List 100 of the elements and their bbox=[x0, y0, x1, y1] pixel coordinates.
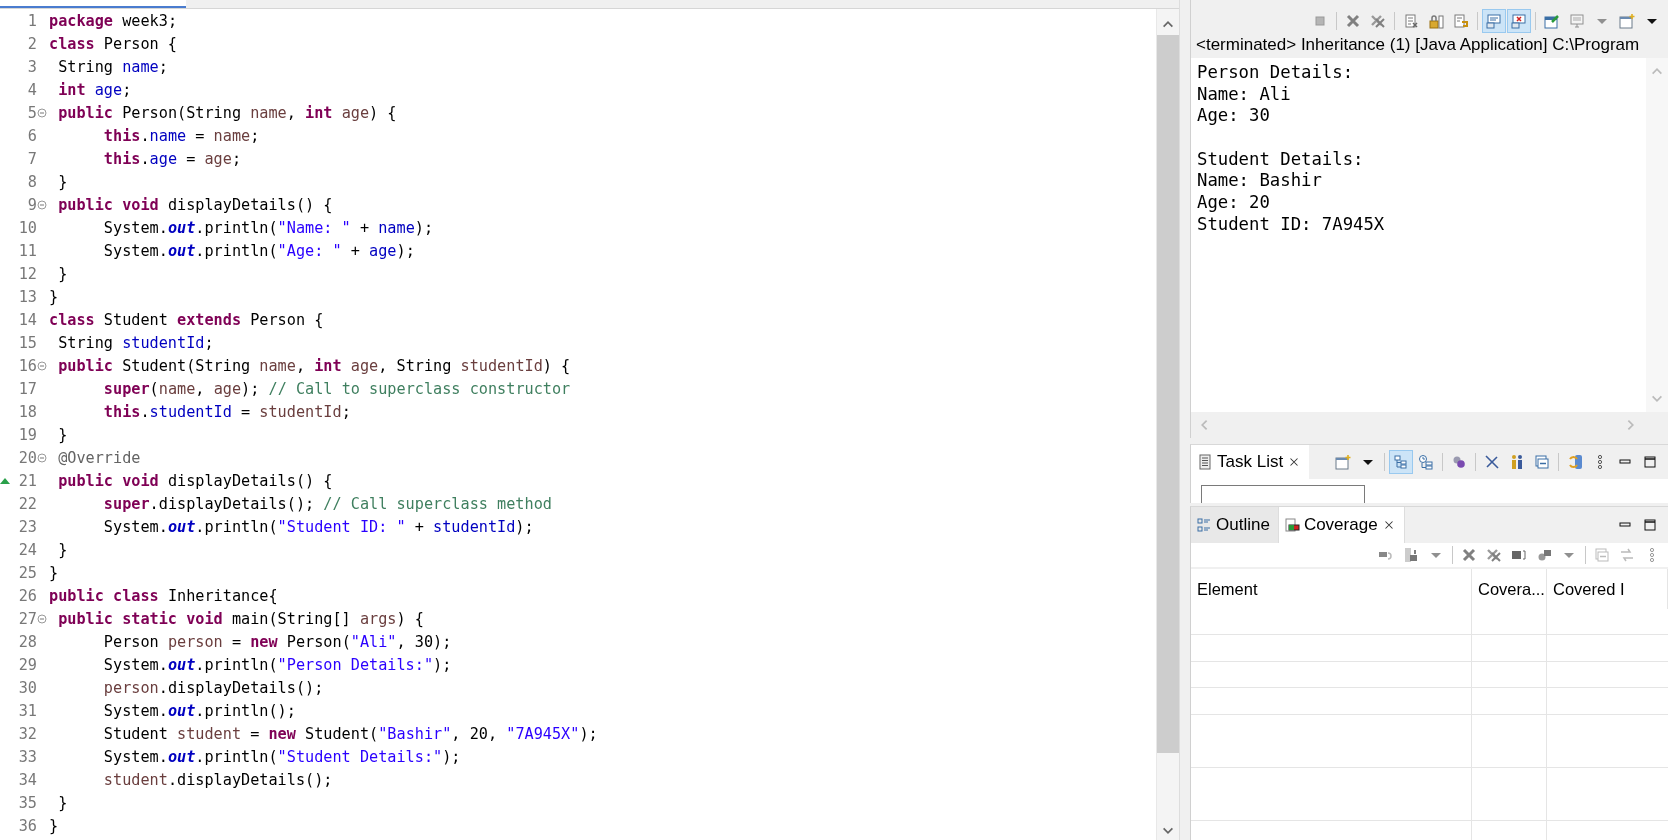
collapse-icon bbox=[1534, 454, 1550, 470]
monitor-error-button[interactable] bbox=[1507, 9, 1531, 33]
code-line: } bbox=[57, 425, 68, 444]
line-number: 31 bbox=[17, 701, 37, 720]
collapse-icon bbox=[1594, 547, 1610, 563]
close-icon bbox=[1461, 547, 1477, 563]
search-field[interactable] bbox=[1201, 485, 1365, 503]
line-number: 7 bbox=[26, 149, 37, 168]
new-window-icon bbox=[1619, 13, 1635, 29]
line-number: 28 bbox=[17, 632, 37, 651]
code-line: System.out.println("Person Details:"); bbox=[102, 655, 452, 674]
monitor-icon bbox=[1486, 13, 1502, 29]
code-line: public Student(String name, int age, String studentId) { bbox=[57, 356, 571, 375]
code-line: Student student = new Student("Bashir", 20, "7A945X"); bbox=[102, 724, 598, 743]
spheres-icon bbox=[1451, 454, 1467, 470]
code-line: Person person = new Person("Ali", 30); bbox=[102, 632, 452, 651]
merge-icon bbox=[1403, 547, 1419, 563]
console-output-line: Person Details: bbox=[1197, 62, 1354, 84]
line-number: 24 bbox=[17, 540, 37, 559]
console-output-line: Student ID: 7A945X bbox=[1197, 213, 1385, 236]
line-number: 22 bbox=[17, 494, 37, 513]
console-output-line: Name: Ali bbox=[1197, 83, 1291, 106]
sync-icon bbox=[1567, 454, 1583, 470]
code-line: } bbox=[57, 172, 68, 191]
unlink-icon bbox=[1484, 454, 1500, 470]
line-number: 20 bbox=[17, 448, 37, 467]
column-header[interactable]: Covera... bbox=[1472, 569, 1547, 609]
code-line: } bbox=[49, 287, 59, 306]
close-all-icon bbox=[1486, 547, 1502, 563]
line-number: 34 bbox=[17, 770, 37, 789]
code-line: } bbox=[49, 563, 59, 582]
code-line: class Student extends Person { bbox=[49, 310, 324, 329]
code-line: String name; bbox=[57, 57, 168, 76]
code-line: public void displayDetails() { bbox=[57, 195, 333, 214]
line-number: 33 bbox=[17, 747, 37, 766]
line-number: 3 bbox=[26, 57, 37, 76]
column-header[interactable]: Element bbox=[1191, 569, 1472, 609]
code-line: } bbox=[57, 264, 68, 283]
code-line: this.name = name; bbox=[102, 126, 260, 145]
code-line: @Override bbox=[57, 448, 141, 467]
line-number: 11 bbox=[17, 241, 37, 260]
line-number: 23 bbox=[17, 517, 37, 536]
code-line: super(name, age); // Call to superclass constructor bbox=[102, 379, 571, 398]
line-number: 29 bbox=[17, 655, 37, 674]
column-header[interactable]: Covered I bbox=[1547, 569, 1668, 609]
code-line: this.age = age; bbox=[102, 149, 242, 168]
code-line: student.displayDetails(); bbox=[102, 770, 333, 789]
monitor-button[interactable] bbox=[1482, 9, 1506, 33]
line-number: 26 bbox=[17, 586, 37, 605]
line-number: 5 bbox=[26, 103, 37, 122]
link-arrows-icon bbox=[1619, 547, 1635, 563]
close-icon bbox=[1345, 13, 1361, 29]
code-line: person.displayDetails(); bbox=[102, 678, 324, 697]
line-number: 9 bbox=[26, 195, 37, 214]
people-icon bbox=[1509, 454, 1525, 470]
console-output-line: Age: 20 bbox=[1197, 192, 1270, 214]
line-number: 30 bbox=[17, 678, 37, 697]
line-number: 36 bbox=[17, 816, 37, 835]
view-tab[interactable]: Coverage bbox=[1277, 507, 1405, 543]
line-number: 15 bbox=[17, 333, 37, 352]
document-icon bbox=[1403, 13, 1419, 29]
code-line: } bbox=[49, 816, 59, 835]
line-number: 25 bbox=[17, 563, 37, 582]
code-line: String studentId; bbox=[57, 333, 214, 352]
scrollbar[interactable] bbox=[1156, 9, 1179, 840]
line-number: 8 bbox=[26, 172, 37, 191]
line-number: 32 bbox=[17, 724, 37, 743]
code-line: } bbox=[57, 540, 68, 559]
code-line: package week3; bbox=[49, 11, 178, 30]
stop-icon bbox=[1312, 13, 1328, 29]
coverage-icon bbox=[1283, 517, 1300, 533]
monitor-error-icon bbox=[1511, 13, 1527, 29]
code-line: public static void main(String[] args) { bbox=[57, 609, 424, 628]
code-line: public class Inheritance{ bbox=[49, 586, 278, 605]
code-line: System.out.println(); bbox=[102, 701, 296, 720]
code-line: public Person(String name, int age) { bbox=[57, 103, 397, 122]
line-number: 13 bbox=[17, 287, 37, 306]
editor-tab[interactable] bbox=[0, 0, 186, 8]
tree-button[interactable] bbox=[1389, 450, 1413, 474]
close-all-icon bbox=[1370, 13, 1386, 29]
maximize-icon bbox=[1642, 517, 1658, 533]
outline-icon bbox=[1196, 517, 1212, 533]
code-line: System.out.println("Student ID: " + studentId); bbox=[102, 517, 534, 536]
document-arrow-icon bbox=[1453, 13, 1469, 29]
view-tab[interactable]: Outline bbox=[1191, 507, 1278, 543]
code-line: class Person { bbox=[49, 34, 177, 53]
gears-icon bbox=[1536, 547, 1552, 563]
code-line: int age; bbox=[57, 80, 132, 99]
columns-icon bbox=[1511, 547, 1527, 563]
code-line: this.studentId = studentId; bbox=[102, 402, 351, 421]
scrollbar[interactable] bbox=[1646, 58, 1668, 412]
pin-icon bbox=[1544, 13, 1560, 29]
maximize-icon bbox=[1642, 454, 1658, 470]
line-number: 4 bbox=[26, 80, 37, 99]
task-list-tab[interactable]: Task List bbox=[1191, 445, 1310, 479]
line-number: 17 bbox=[17, 379, 37, 398]
console-output-line: Student Details: bbox=[1197, 148, 1364, 171]
line-number: 12 bbox=[17, 264, 37, 283]
line-number: 18 bbox=[17, 402, 37, 421]
lock-icon bbox=[1428, 13, 1444, 29]
